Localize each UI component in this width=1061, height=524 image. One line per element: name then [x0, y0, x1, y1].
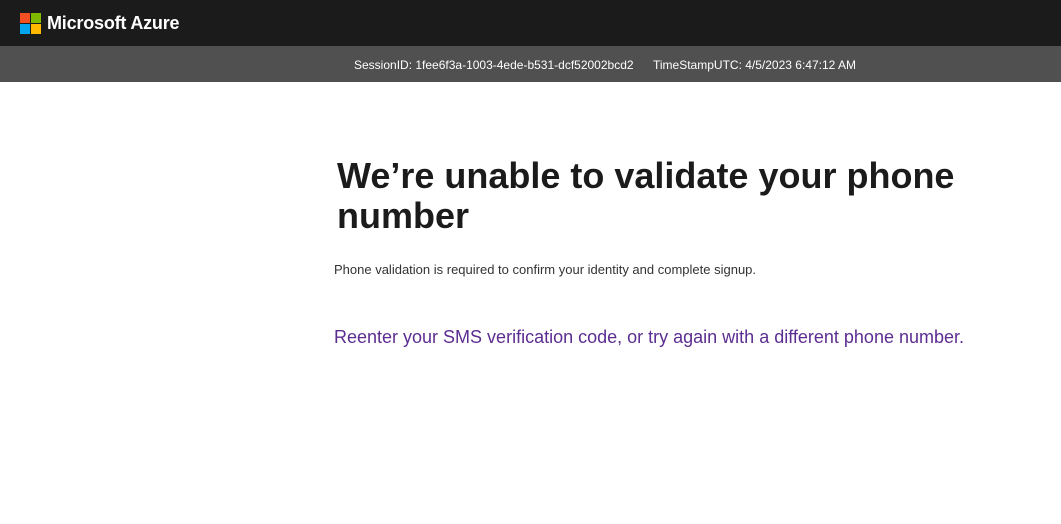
top-bar: Microsoft Azure [0, 0, 1061, 46]
main-content: We’re unable to validate your phone numb… [0, 82, 1061, 524]
session-id: SessionID: 1fee6f3a-1003-4ede-b531-dcf52… [354, 58, 634, 72]
session-info-bar: SessionID: 1fee6f3a-1003-4ede-b531-dcf52… [0, 46, 1061, 82]
page-subtitle: Phone validation is required to confirm … [334, 262, 757, 277]
logo-red-square [20, 12, 30, 23]
brand-name: Microsoft Azure [47, 12, 180, 33]
microsoft-azure-brand[interactable]: Microsoft Azure [20, 12, 180, 34]
retry-verification-link[interactable]: Reenter your SMS verification code, or t… [334, 327, 964, 348]
microsoft-logo-icon [20, 12, 41, 34]
page-title: We’re unable to validate your phone numb… [337, 155, 955, 236]
timestamp-utc: TimeStampUTC: 4/5/2023 6:47:12 AM [653, 58, 856, 72]
logo-green-square [31, 12, 41, 23]
logo-blue-square [20, 23, 30, 34]
logo-yellow-square [31, 23, 41, 34]
